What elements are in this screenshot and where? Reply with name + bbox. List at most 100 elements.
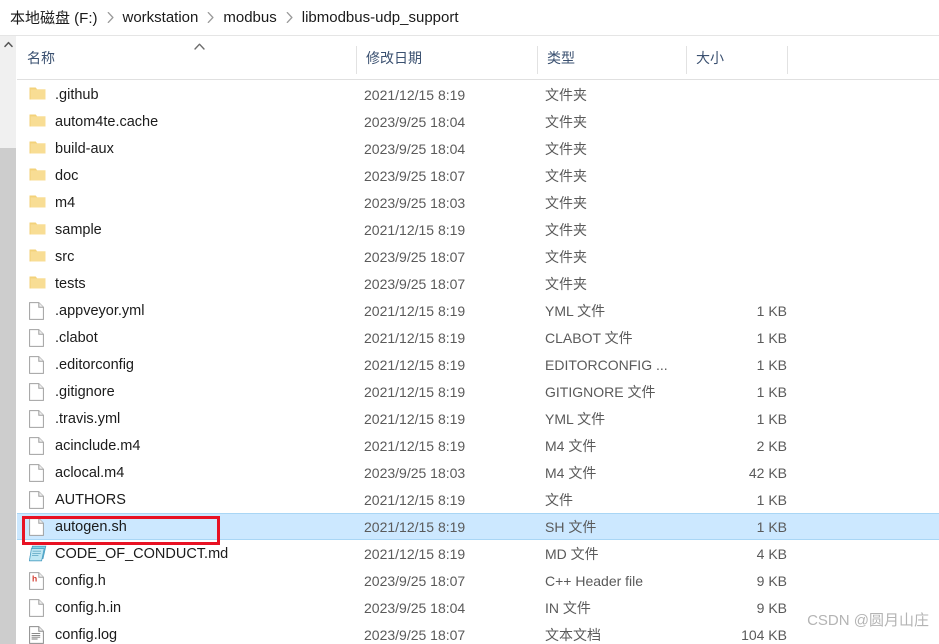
- generic-file-icon: [29, 463, 46, 482]
- file-row[interactable]: m4 2023/9/25 18:03 文件夹: [17, 189, 939, 216]
- file-row-name-cell[interactable]: m4: [29, 194, 75, 212]
- folder-icon: [29, 194, 46, 212]
- column-header-type[interactable]: 类型: [537, 36, 686, 80]
- file-row[interactable]: CODE_OF_CONDUCT.md 2021/12/15 8:19 MD 文件 4 …: [17, 540, 939, 567]
- file-row[interactable]: tests 2023/9/25 18:07 文件夹: [17, 270, 939, 297]
- file-row-name-label: autom4te.cache: [55, 113, 159, 130]
- breadcrumb-item-drive[interactable]: 本地磁盘 (F:): [8, 6, 100, 29]
- file-row-type-cell: 文本文档: [545, 626, 601, 643]
- file-row-name-cell[interactable]: src: [29, 248, 74, 266]
- column-header-type-label: 类型: [547, 50, 575, 66]
- file-row-name-cell[interactable]: h config.h: [29, 571, 106, 590]
- file-row[interactable]: .editorconfig 2021/12/15 8:19 EDITORCONFIG…: [17, 351, 939, 378]
- file-row-date-cell: 2023/9/25 18:07: [364, 248, 466, 265]
- file-row[interactable]: doc 2023/9/25 18:07 文件夹: [17, 162, 939, 189]
- file-row-date-cell: 2021/12/15 8:19: [364, 302, 466, 319]
- file-row[interactable]: .travis.yml 2021/12/15 8:19 YML 文件 1 KB: [17, 405, 939, 432]
- file-row[interactable]: config.h.in 2023/9/25 18:04 IN 文件 9 KB: [17, 594, 939, 621]
- file-row-name-label: .travis.yml: [55, 410, 121, 427]
- file-row-name-cell[interactable]: AUTHORS: [29, 490, 126, 509]
- column-divider[interactable]: [537, 46, 538, 74]
- file-row-name-cell[interactable]: CODE_OF_CONDUCT.md: [29, 545, 228, 563]
- column-divider[interactable]: [686, 46, 687, 74]
- column-divider[interactable]: [787, 46, 788, 74]
- file-row[interactable]: h config.h 2023/9/25 18:07 C++ Header file 9…: [17, 567, 939, 594]
- breadcrumb-item-modbus[interactable]: modbus: [221, 8, 278, 27]
- column-header-spacer[interactable]: [787, 36, 939, 80]
- file-row-date-cell: 2023/9/25 18:07: [364, 572, 466, 589]
- file-row-type-cell: 文件夹: [545, 167, 587, 184]
- file-row[interactable]: autogen.sh 2021/12/15 8:19 SH 文件 1 KB: [17, 513, 939, 540]
- file-row[interactable]: aclocal.m4 2023/9/25 18:03 M4 文件 42 KB: [17, 459, 939, 486]
- file-row-type-cell: 文件夹: [545, 248, 587, 265]
- vertical-scrollbar[interactable]: [0, 36, 17, 644]
- folder-icon: [29, 113, 46, 131]
- file-row-date-cell: 2023/9/25 18:03: [364, 194, 466, 211]
- chevron-right-icon[interactable]: [107, 12, 114, 23]
- generic-file-icon: [29, 409, 46, 428]
- file-list[interactable]: .github 2021/12/15 8:19 文件夹 autom4te.cache 2…: [17, 81, 939, 644]
- file-row-date-cell: 2023/9/25 18:07: [364, 167, 466, 184]
- file-row[interactable]: .gitignore 2021/12/15 8:19 GITIGNORE 文件 1 K…: [17, 378, 939, 405]
- file-row[interactable]: src 2023/9/25 18:07 文件夹: [17, 243, 939, 270]
- file-row-type-cell: 文件夹: [545, 86, 587, 103]
- file-row-name-label: config.h.in: [55, 599, 122, 616]
- file-row-name-cell[interactable]: build-aux: [29, 140, 114, 158]
- file-row-name-cell[interactable]: autogen.sh: [29, 517, 127, 536]
- file-row-size-cell: 1 KB: [756, 410, 787, 427]
- file-row-name-cell[interactable]: tests: [29, 275, 86, 293]
- generic-file-icon: [29, 517, 46, 536]
- file-row-name-cell[interactable]: .editorconfig: [29, 355, 134, 374]
- chevron-up-icon[interactable]: [0, 36, 16, 53]
- breadcrumb-item-workstation[interactable]: workstation: [121, 8, 201, 27]
- markdown-file-icon: [29, 545, 47, 563]
- file-row[interactable]: .clabot 2021/12/15 8:19 CLABOT 文件 1 KB: [17, 324, 939, 351]
- file-row-type-cell: CLABOT 文件: [545, 329, 633, 346]
- file-row-date-cell: 2023/9/25 18:04: [364, 599, 466, 616]
- file-row-type-cell: EDITORCONFIG ...: [545, 356, 668, 373]
- file-row-name-cell[interactable]: aclocal.m4: [29, 463, 124, 482]
- file-row[interactable]: sample 2021/12/15 8:19 文件夹: [17, 216, 939, 243]
- file-row[interactable]: AUTHORS 2021/12/15 8:19 文件 1 KB: [17, 486, 939, 513]
- file-row-name-label: m4: [55, 194, 76, 211]
- file-row[interactable]: config.log 2023/9/25 18:07 文本文档 104 KB: [17, 621, 939, 644]
- file-row-name-cell[interactable]: acinclude.m4: [29, 436, 140, 455]
- file-row[interactable]: .appveyor.yml 2021/12/15 8:19 YML 文件 1 KB: [17, 297, 939, 324]
- file-row-name-label: .github: [55, 86, 99, 103]
- file-row-name-cell[interactable]: .travis.yml: [29, 409, 121, 428]
- file-row-date-cell: 2021/12/15 8:19: [364, 221, 466, 238]
- file-row[interactable]: acinclude.m4 2021/12/15 8:19 M4 文件 2 KB: [17, 432, 939, 459]
- scrollbar-thumb[interactable]: [0, 148, 16, 644]
- file-row-name-label: autogen.sh: [55, 518, 127, 535]
- file-row-name-cell[interactable]: sample: [29, 221, 102, 239]
- file-row[interactable]: .github 2021/12/15 8:19 文件夹: [17, 81, 939, 108]
- file-row-size-cell: 2 KB: [756, 437, 787, 454]
- file-row-name-cell[interactable]: .github: [29, 86, 99, 104]
- file-row-name-cell[interactable]: config.log: [29, 625, 117, 644]
- file-row-name-cell[interactable]: autom4te.cache: [29, 113, 158, 131]
- file-row-date-cell: 2023/9/25 18:04: [364, 140, 466, 157]
- file-row-name-cell[interactable]: .clabot: [29, 328, 98, 347]
- column-divider[interactable]: [356, 46, 357, 74]
- sort-ascending-chevron-icon: [193, 42, 207, 52]
- file-row-name-cell[interactable]: doc: [29, 167, 78, 185]
- chevron-right-icon[interactable]: [207, 12, 214, 23]
- file-row-name-cell[interactable]: .appveyor.yml: [29, 301, 144, 320]
- file-row-date-cell: 2023/9/25 18:04: [364, 113, 466, 130]
- column-header-name[interactable]: 名称: [17, 36, 356, 80]
- text-file-icon: [29, 625, 46, 644]
- folder-icon: [29, 248, 46, 266]
- file-row-size-cell: 1 KB: [756, 302, 787, 319]
- file-row[interactable]: build-aux 2023/9/25 18:04 文件夹: [17, 135, 939, 162]
- file-row-type-cell: YML 文件: [545, 302, 606, 319]
- file-row-name-label: .editorconfig: [55, 356, 134, 373]
- chevron-right-icon[interactable]: [286, 12, 293, 23]
- file-row[interactable]: autom4te.cache 2023/9/25 18:04 文件夹: [17, 108, 939, 135]
- column-header-date-modified[interactable]: 修改日期: [356, 36, 537, 80]
- file-row-type-cell: 文件夹: [545, 221, 587, 238]
- column-header-size[interactable]: 大小: [686, 36, 787, 80]
- column-header-row: 名称 修改日期 类型 大小: [17, 36, 939, 80]
- file-row-name-cell[interactable]: .gitignore: [29, 382, 115, 401]
- file-row-name-cell[interactable]: config.h.in: [29, 598, 122, 617]
- breadcrumb-item-current-folder[interactable]: libmodbus-udp_support: [300, 8, 461, 27]
